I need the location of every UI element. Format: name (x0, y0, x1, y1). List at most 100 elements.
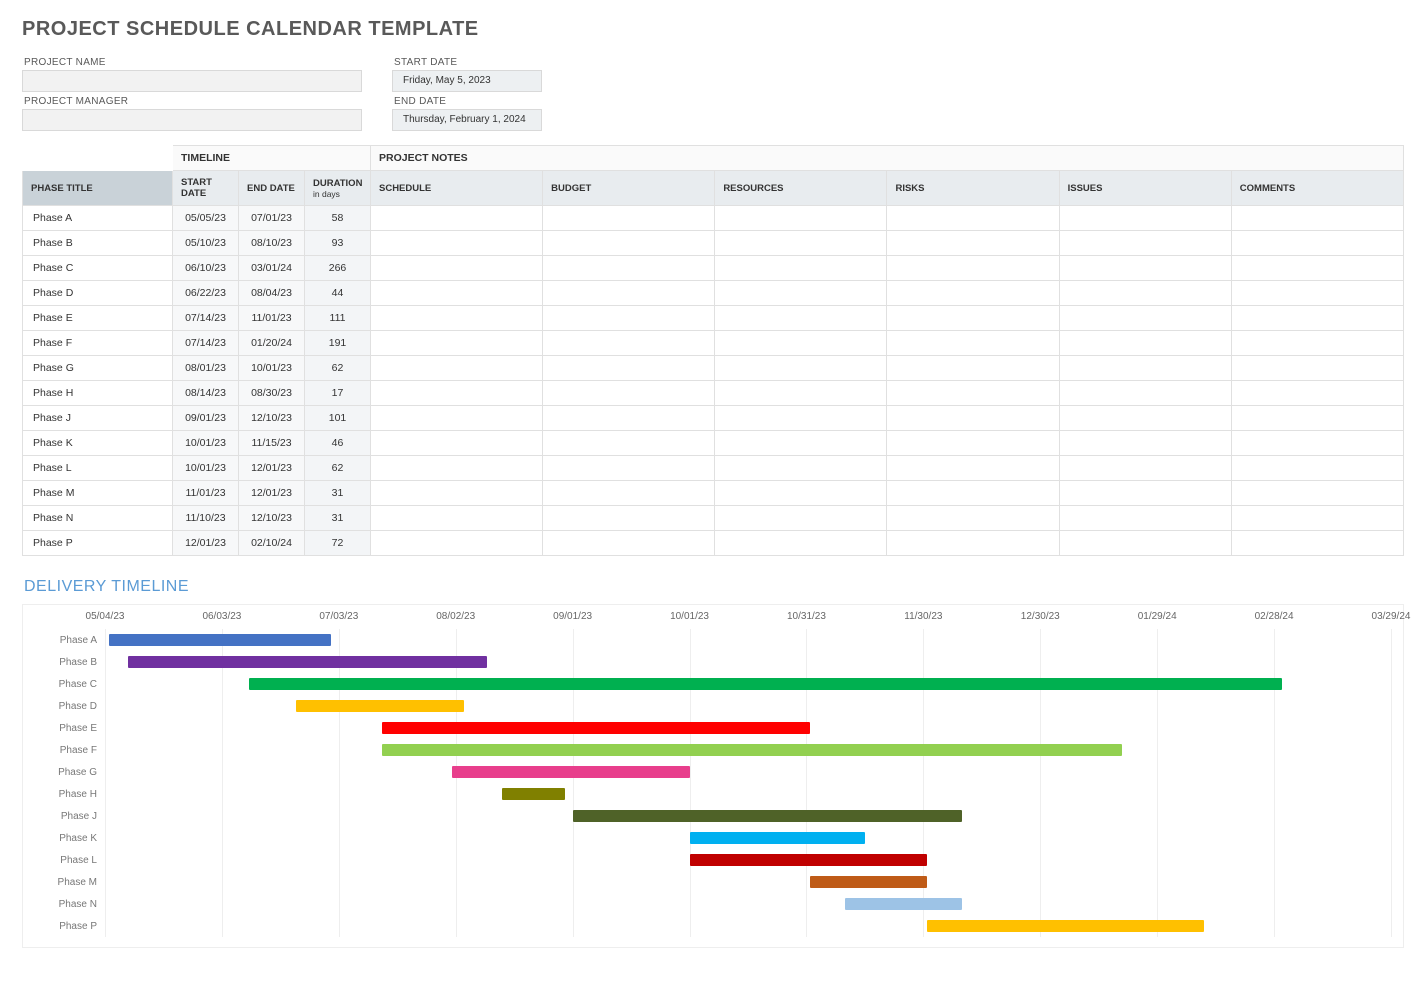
cell-budget[interactable] (543, 231, 715, 256)
cell-risks[interactable] (887, 531, 1059, 556)
cell-risks[interactable] (887, 281, 1059, 306)
cell-comments[interactable] (1231, 406, 1403, 431)
cell-issues[interactable] (1059, 306, 1231, 331)
cell-schedule[interactable] (371, 381, 543, 406)
table-row[interactable]: Phase F07/14/2301/20/24191 (23, 331, 1404, 356)
cell-budget[interactable] (543, 331, 715, 356)
cell-comments[interactable] (1231, 381, 1403, 406)
cell-risks[interactable] (887, 206, 1059, 231)
cell-resources[interactable] (715, 231, 887, 256)
cell-schedule[interactable] (371, 281, 543, 306)
cell-budget[interactable] (543, 481, 715, 506)
table-row[interactable]: Phase L10/01/2312/01/2362 (23, 456, 1404, 481)
cell-budget[interactable] (543, 531, 715, 556)
table-row[interactable]: Phase N11/10/2312/10/2331 (23, 506, 1404, 531)
cell-issues[interactable] (1059, 481, 1231, 506)
cell-issues[interactable] (1059, 531, 1231, 556)
cell-risks[interactable] (887, 406, 1059, 431)
cell-resources[interactable] (715, 281, 887, 306)
cell-comments[interactable] (1231, 506, 1403, 531)
cell-resources[interactable] (715, 206, 887, 231)
cell-issues[interactable] (1059, 331, 1231, 356)
cell-risks[interactable] (887, 456, 1059, 481)
cell-resources[interactable] (715, 431, 887, 456)
cell-comments[interactable] (1231, 331, 1403, 356)
table-row[interactable]: Phase K10/01/2311/15/2346 (23, 431, 1404, 456)
cell-budget[interactable] (543, 381, 715, 406)
project-name-input[interactable] (22, 70, 362, 92)
cell-schedule[interactable] (371, 406, 543, 431)
table-row[interactable]: Phase H08/14/2308/30/2317 (23, 381, 1404, 406)
cell-resources[interactable] (715, 306, 887, 331)
cell-schedule[interactable] (371, 331, 543, 356)
cell-budget[interactable] (543, 356, 715, 381)
cell-comments[interactable] (1231, 356, 1403, 381)
cell-resources[interactable] (715, 381, 887, 406)
project-manager-input[interactable] (22, 109, 362, 131)
cell-budget[interactable] (543, 456, 715, 481)
cell-comments[interactable] (1231, 431, 1403, 456)
cell-comments[interactable] (1231, 481, 1403, 506)
cell-budget[interactable] (543, 406, 715, 431)
cell-issues[interactable] (1059, 231, 1231, 256)
table-row[interactable]: Phase G08/01/2310/01/2362 (23, 356, 1404, 381)
cell-schedule[interactable] (371, 306, 543, 331)
table-row[interactable]: Phase D06/22/2308/04/2344 (23, 281, 1404, 306)
cell-budget[interactable] (543, 506, 715, 531)
cell-risks[interactable] (887, 306, 1059, 331)
cell-risks[interactable] (887, 506, 1059, 531)
cell-issues[interactable] (1059, 506, 1231, 531)
cell-risks[interactable] (887, 356, 1059, 381)
cell-risks[interactable] (887, 381, 1059, 406)
cell-resources[interactable] (715, 406, 887, 431)
table-row[interactable]: Phase M11/01/2312/01/2331 (23, 481, 1404, 506)
cell-budget[interactable] (543, 306, 715, 331)
cell-comments[interactable] (1231, 531, 1403, 556)
cell-issues[interactable] (1059, 381, 1231, 406)
cell-schedule[interactable] (371, 231, 543, 256)
cell-issues[interactable] (1059, 431, 1231, 456)
table-row[interactable]: Phase A05/05/2307/01/2358 (23, 206, 1404, 231)
cell-issues[interactable] (1059, 456, 1231, 481)
cell-risks[interactable] (887, 431, 1059, 456)
cell-issues[interactable] (1059, 356, 1231, 381)
cell-issues[interactable] (1059, 256, 1231, 281)
cell-risks[interactable] (887, 331, 1059, 356)
cell-resources[interactable] (715, 331, 887, 356)
cell-resources[interactable] (715, 506, 887, 531)
cell-schedule[interactable] (371, 531, 543, 556)
cell-comments[interactable] (1231, 306, 1403, 331)
cell-schedule[interactable] (371, 206, 543, 231)
cell-comments[interactable] (1231, 281, 1403, 306)
cell-resources[interactable] (715, 356, 887, 381)
cell-resources[interactable] (715, 256, 887, 281)
table-row[interactable]: Phase B05/10/2308/10/2393 (23, 231, 1404, 256)
table-row[interactable]: Phase E07/14/2311/01/23111 (23, 306, 1404, 331)
cell-comments[interactable] (1231, 456, 1403, 481)
cell-risks[interactable] (887, 231, 1059, 256)
cell-comments[interactable] (1231, 256, 1403, 281)
cell-schedule[interactable] (371, 456, 543, 481)
cell-schedule[interactable] (371, 356, 543, 381)
cell-resources[interactable] (715, 456, 887, 481)
cell-schedule[interactable] (371, 481, 543, 506)
table-row[interactable]: Phase J09/01/2312/10/23101 (23, 406, 1404, 431)
cell-comments[interactable] (1231, 206, 1403, 231)
cell-budget[interactable] (543, 431, 715, 456)
cell-risks[interactable] (887, 481, 1059, 506)
cell-comments[interactable] (1231, 231, 1403, 256)
cell-budget[interactable] (543, 256, 715, 281)
cell-issues[interactable] (1059, 206, 1231, 231)
cell-resources[interactable] (715, 481, 887, 506)
cell-budget[interactable] (543, 206, 715, 231)
cell-issues[interactable] (1059, 406, 1231, 431)
cell-schedule[interactable] (371, 506, 543, 531)
cell-resources[interactable] (715, 531, 887, 556)
table-row[interactable]: Phase C06/10/2303/01/24266 (23, 256, 1404, 281)
cell-schedule[interactable] (371, 431, 543, 456)
cell-issues[interactable] (1059, 281, 1231, 306)
table-row[interactable]: Phase P12/01/2302/10/2472 (23, 531, 1404, 556)
cell-schedule[interactable] (371, 256, 543, 281)
cell-budget[interactable] (543, 281, 715, 306)
cell-risks[interactable] (887, 256, 1059, 281)
